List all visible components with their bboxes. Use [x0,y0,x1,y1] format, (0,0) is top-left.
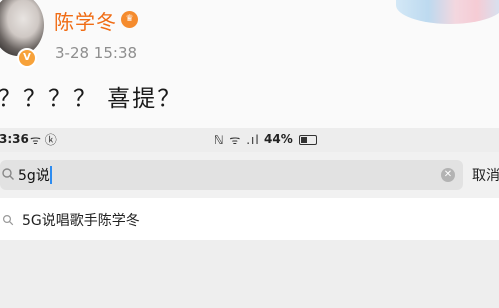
search-bar-area: ✕ 取消 [0,152,499,198]
search-suggestions: 5G说唱歌手陈学冬 [0,198,499,240]
search-icon [2,168,14,180]
text-caret [50,166,52,184]
post-timestamp: 3-28 15:38 [55,44,138,62]
signal-wifi-icon: ℕ ᯤ .ıl [214,133,260,147]
phone-status-bar: 3:36 ᯤ ⓚ ℕ ᯤ .ıl 44% [0,128,499,152]
search-box[interactable]: ✕ [0,160,463,190]
clear-icon[interactable]: ✕ [441,168,455,182]
vip-badge-icon: ♛ [121,11,138,28]
battery-icon [299,135,317,145]
status-notification-icons: ᯤ ⓚ [30,133,57,147]
suggestion-item[interactable]: 5G说唱歌手陈学冬 [0,198,499,240]
battery-percent: 44% [264,132,293,146]
verified-badge-icon: V [17,48,37,68]
suggestion-label: 5G说唱歌手陈学冬 [22,213,140,229]
empty-content-area [0,240,499,308]
search-input[interactable] [18,165,428,185]
search-icon [2,214,14,226]
post-username[interactable]: 陈学冬 [54,6,117,35]
status-time: 3:36 [0,132,29,146]
cancel-button[interactable]: 取消 [472,165,499,185]
header-decoration-image [396,0,499,24]
post-text: ？？？？ 喜提？ [0,86,183,112]
weibo-post-header: V 陈学冬 ♛ 3-28 15:38 ？？？？ 喜提？ [0,0,499,128]
avatar[interactable] [0,0,44,56]
